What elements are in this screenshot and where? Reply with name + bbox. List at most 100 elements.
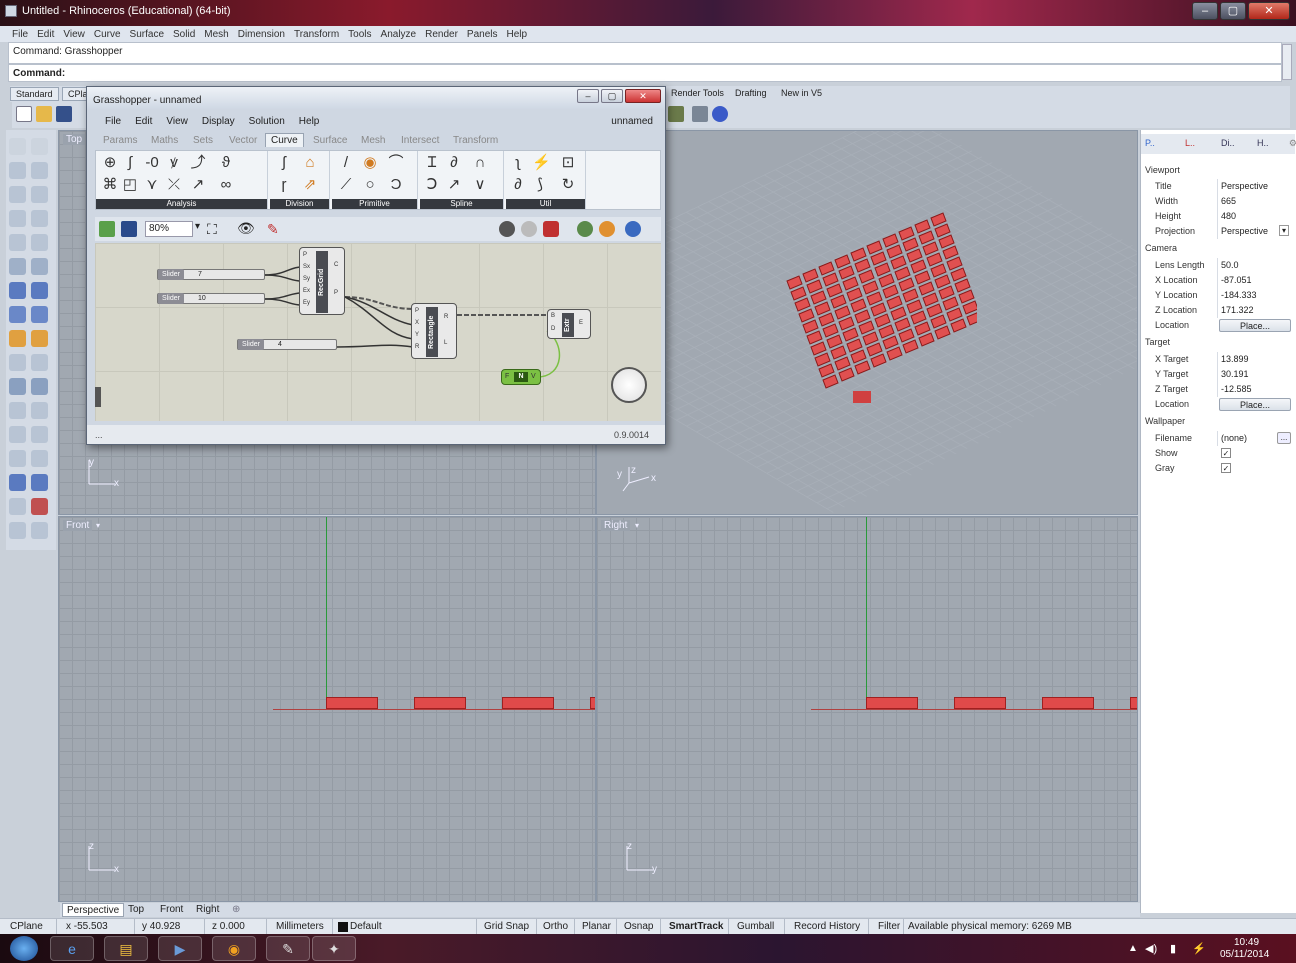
recgrid-input[interactable]: Ex bbox=[303, 288, 310, 294]
grasshopper-window[interactable]: Grasshopper - unnamed – ▢ ✕ File Edit Vi… bbox=[86, 86, 666, 445]
rectangle-input[interactable]: Y bbox=[415, 332, 419, 338]
panel-options-icon[interactable]: ⚙ bbox=[1289, 138, 1296, 149]
zoom-dropdown-icon[interactable]: ▾ bbox=[195, 221, 200, 232]
rhino-taskbar-icon[interactable]: ✎ bbox=[266, 936, 310, 961]
perspective-viewport[interactable]: z y x bbox=[596, 130, 1138, 515]
extrude-input[interactable]: B bbox=[551, 313, 555, 319]
box-icon[interactable] bbox=[31, 282, 48, 299]
menu-help[interactable]: Help bbox=[507, 29, 528, 40]
help-icon[interactable] bbox=[712, 106, 728, 122]
preview-off-icon[interactable] bbox=[499, 221, 515, 237]
tab-display[interactable]: Di.. bbox=[1221, 138, 1235, 148]
gh-tab-mesh[interactable]: Mesh bbox=[361, 135, 385, 146]
vp-tab-right[interactable]: Right bbox=[192, 903, 223, 917]
menu-curve[interactable]: Curve bbox=[94, 29, 121, 40]
rotate-icon[interactable] bbox=[9, 378, 26, 395]
curve-frame-icon[interactable]: ϑ bbox=[218, 155, 234, 171]
network-icon[interactable]: ▮ bbox=[1170, 942, 1176, 955]
recgrid-output[interactable]: C bbox=[334, 262, 338, 268]
open-folder-icon[interactable] bbox=[36, 106, 52, 122]
curve-closest-point-icon[interactable]: ∫ bbox=[122, 155, 138, 171]
ribbon-label-division[interactable]: Division bbox=[270, 199, 329, 209]
extrude-icon[interactable] bbox=[31, 306, 48, 323]
recgrid-input[interactable]: Sy bbox=[303, 276, 310, 282]
end-points-icon[interactable]: ⋎ bbox=[144, 177, 160, 193]
properties-icon[interactable] bbox=[31, 498, 48, 515]
prop-value[interactable]: -12.585 bbox=[1221, 384, 1252, 394]
show-checkbox[interactable]: ✓ bbox=[1221, 448, 1231, 458]
rectangle-icon[interactable] bbox=[31, 210, 48, 227]
slider-rectangle-size[interactable]: Slider 4 bbox=[237, 339, 337, 350]
gh-menu-solution[interactable]: Solution bbox=[249, 116, 285, 127]
rectangle-component[interactable]: Rectangle P X Y R R L bbox=[411, 303, 457, 359]
tab-render-tools[interactable]: Render Tools bbox=[666, 87, 729, 99]
bounding-box-icon[interactable]: ◰ bbox=[122, 177, 138, 193]
toggle-grid-snap[interactable]: Grid Snap bbox=[484, 921, 529, 932]
analyze-icon[interactable] bbox=[31, 474, 48, 491]
gh-tab-curve[interactable]: Curve bbox=[265, 133, 304, 147]
right-viewport[interactable]: Right ▾ z y bbox=[596, 516, 1138, 902]
slider-value[interactable]: 7 bbox=[198, 270, 202, 279]
prop-value[interactable]: 30.191 bbox=[1221, 369, 1249, 379]
project-icon[interactable]: ⊡ bbox=[560, 155, 576, 171]
tab-new-in-v5[interactable]: New in V5 bbox=[776, 87, 827, 99]
tab-properties[interactable]: P.. bbox=[1145, 138, 1155, 148]
menu-tools[interactable]: Tools bbox=[348, 29, 371, 40]
gh-tab-transform[interactable]: Transform bbox=[453, 135, 498, 146]
derivatives-icon[interactable]: ↗ bbox=[190, 177, 206, 193]
shatter-icon[interactable]: ɼ bbox=[276, 177, 292, 193]
canvas-scroll-handle[interactable] bbox=[95, 387, 101, 407]
gray-checkbox[interactable]: ✓ bbox=[1221, 463, 1231, 473]
preview-selected-icon[interactable] bbox=[577, 221, 593, 237]
rectangle-input[interactable]: R bbox=[415, 344, 419, 350]
preview-wire-icon[interactable] bbox=[521, 221, 537, 237]
vector-output[interactable]: V bbox=[531, 373, 536, 380]
extrusion-section[interactable] bbox=[414, 697, 466, 709]
recgrid-input[interactable]: P bbox=[303, 252, 307, 258]
zoom-field[interactable]: 80% bbox=[145, 221, 193, 237]
gh-tab-surface[interactable]: Surface bbox=[313, 135, 347, 146]
divide-curve-icon[interactable]: ʃ bbox=[276, 155, 292, 171]
menu-file[interactable]: File bbox=[12, 29, 28, 40]
extrusion-section[interactable] bbox=[326, 697, 378, 709]
navigation-widget[interactable] bbox=[611, 367, 647, 403]
loft-icon[interactable] bbox=[31, 258, 48, 275]
polyline-spline-icon[interactable]: Ↄ bbox=[424, 177, 440, 193]
front-viewport[interactable]: Front ▾ z x bbox=[58, 516, 596, 902]
menu-dimension[interactable]: Dimension bbox=[238, 29, 285, 40]
fillet-curve-icon[interactable]: ⚡ bbox=[532, 155, 551, 171]
tab-layers[interactable]: L.. bbox=[1185, 138, 1195, 148]
menu-render[interactable]: Render bbox=[425, 29, 458, 40]
ribbon-label-primitive[interactable]: Primitive bbox=[332, 199, 417, 209]
extrusion-section[interactable] bbox=[1130, 697, 1137, 709]
ribbon-label-util[interactable]: Util bbox=[506, 199, 585, 209]
zoom-extents-icon[interactable]: ⛶ bbox=[207, 221, 217, 238]
camera-place-button[interactable]: Place... bbox=[1219, 319, 1291, 332]
ribbon-label-analysis[interactable]: Analysis bbox=[96, 199, 267, 209]
divide-length-icon[interactable]: ⌂ bbox=[302, 155, 318, 171]
gh-maximize-button[interactable]: ▢ bbox=[601, 89, 623, 103]
menu-analyze[interactable]: Analyze bbox=[381, 29, 417, 40]
toggle-record-history[interactable]: Record History bbox=[794, 921, 860, 932]
circle-3pt-icon[interactable]: ○ bbox=[362, 177, 378, 193]
prop-value[interactable]: 13.899 bbox=[1221, 354, 1249, 364]
grid-icon[interactable] bbox=[9, 498, 26, 515]
evaluate-curve-icon[interactable]: ⊕ bbox=[102, 155, 118, 171]
gh-menu-help[interactable]: Help bbox=[299, 116, 320, 127]
file-explorer-icon[interactable]: ▤ bbox=[104, 936, 148, 961]
toggle-smarttrack[interactable]: SmartTrack bbox=[669, 921, 723, 932]
extrusion-section[interactable] bbox=[866, 697, 918, 709]
viewport-label-front[interactable]: Front bbox=[63, 520, 93, 531]
rhino-app-icon[interactable] bbox=[5, 5, 17, 17]
dimension-icon[interactable] bbox=[31, 426, 48, 443]
preview-mesh-icon[interactable] bbox=[599, 221, 615, 237]
command-input[interactable]: Command: bbox=[8, 64, 1282, 82]
menu-edit[interactable]: Edit bbox=[37, 29, 54, 40]
command-scrollbar[interactable] bbox=[1282, 44, 1292, 80]
prop-value[interactable]: 665 bbox=[1221, 196, 1236, 206]
prop-value[interactable]: Perspective bbox=[1221, 181, 1268, 191]
gh-tab-vector[interactable]: Vector bbox=[229, 135, 257, 146]
unit-vector-component[interactable]: F N V bbox=[501, 369, 541, 385]
viewport-dropdown-icon[interactable]: ▾ bbox=[635, 521, 639, 530]
kinky-curve-icon[interactable]: ∨ bbox=[472, 177, 488, 193]
